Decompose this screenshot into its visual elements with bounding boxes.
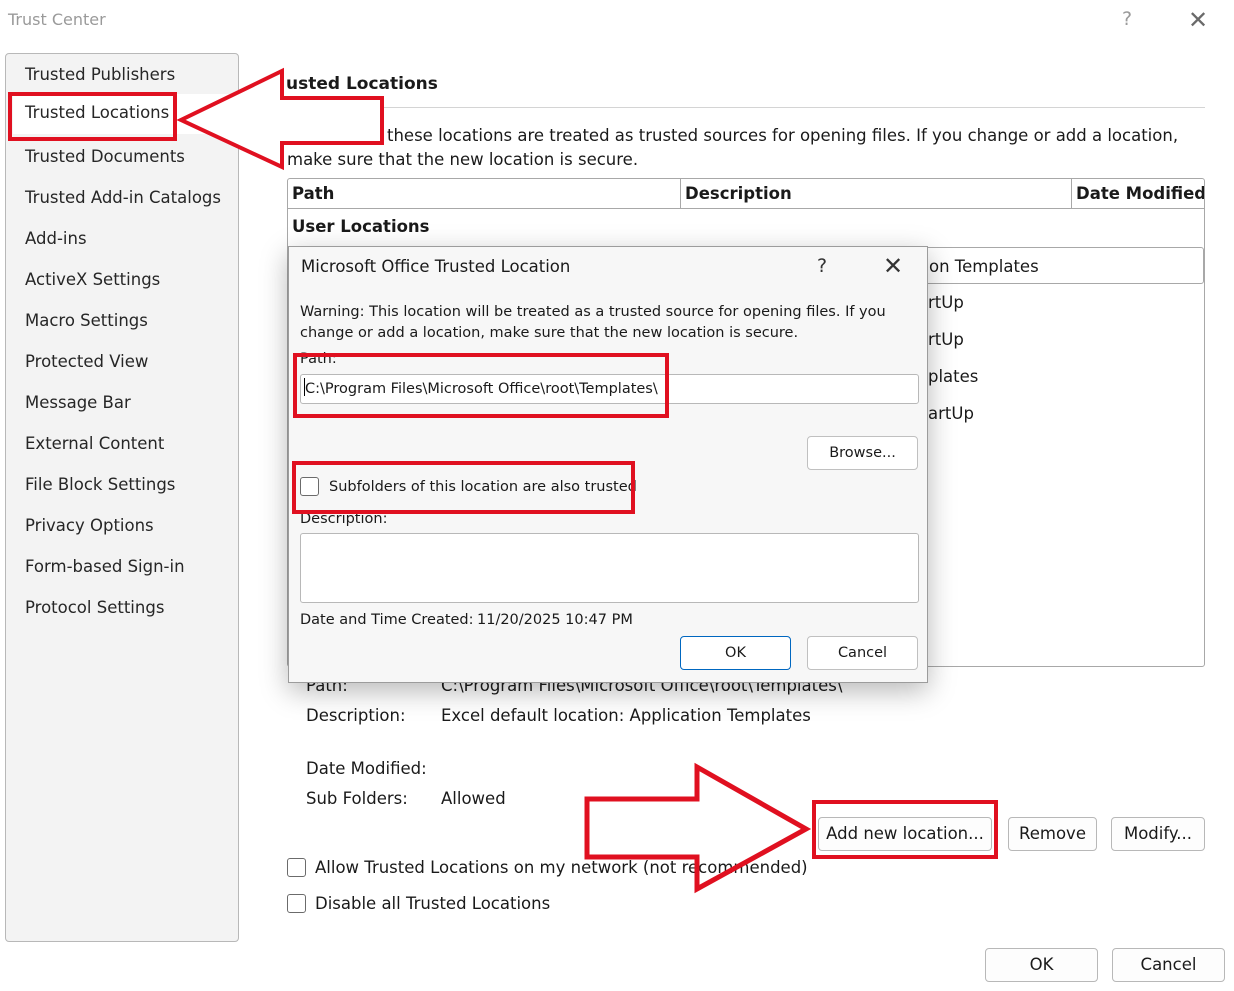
sidebar-item-trusted-documents[interactable]: Trusted Documents bbox=[25, 147, 185, 166]
detail-sub-folders-label: Sub Folders: bbox=[306, 789, 408, 808]
sidebar-item-add-ins[interactable]: Add-ins bbox=[25, 229, 87, 248]
detail-description-label: Description: bbox=[306, 706, 406, 725]
allow-network-checkbox-row[interactable]: Allow Trusted Locations on my network (n… bbox=[287, 858, 808, 877]
dialog-description-label: Description: bbox=[300, 511, 388, 527]
dialog-description-input[interactable] bbox=[300, 533, 919, 603]
close-icon[interactable]: ✕ bbox=[1188, 6, 1208, 34]
disable-all-label: Disable all Trusted Locations bbox=[315, 894, 551, 913]
dialog-close-icon[interactable]: ✕ bbox=[883, 252, 903, 280]
sidebar-item-activex-settings[interactable]: ActiveX Settings bbox=[25, 270, 160, 289]
disable-all-checkbox[interactable] bbox=[287, 894, 306, 913]
column-header-date-modified[interactable]: Date Modified bbox=[1072, 179, 1204, 209]
allow-network-checkbox[interactable] bbox=[287, 858, 306, 877]
section-heading: usted Locations bbox=[286, 74, 438, 94]
table-cell-description: rtUp bbox=[928, 293, 964, 312]
sidebar: Trusted Publishers Trusted Locations Tru… bbox=[5, 53, 239, 942]
add-new-location-button[interactable]: Add new location... bbox=[818, 817, 992, 851]
column-header-description[interactable]: Description bbox=[681, 179, 1072, 209]
table-cell-description: plates bbox=[928, 367, 979, 386]
dialog-path-value: C:\Program Files\Microsoft Office\root\T… bbox=[305, 381, 658, 397]
table-cell-description: on Templates bbox=[929, 257, 1039, 276]
section-divider bbox=[286, 107, 1205, 108]
dialog-ok-button[interactable]: OK bbox=[680, 636, 791, 670]
detail-date-modified-label: Date Modified: bbox=[306, 759, 427, 778]
dialog-cancel-button[interactable]: Cancel bbox=[807, 636, 918, 670]
table-cell-description: rtUp bbox=[928, 330, 964, 349]
dialog-date-created-value: 11/20/2025 10:47 PM bbox=[477, 612, 633, 628]
dialog-path-input[interactable]: C:\Program Files\Microsoft Office\root\T… bbox=[300, 374, 919, 404]
window-title: Trust Center bbox=[8, 10, 106, 29]
allow-network-label: Allow Trusted Locations on my network (n… bbox=[315, 858, 808, 877]
ok-button[interactable]: OK bbox=[985, 948, 1098, 982]
subfolders-checkbox-row[interactable]: Subfolders of this location are also tru… bbox=[300, 477, 637, 496]
sidebar-item-form-based-sign-in[interactable]: Form-based Sign-in bbox=[25, 557, 185, 576]
help-icon[interactable]: ? bbox=[1122, 8, 1132, 30]
sidebar-item-protected-view[interactable]: Protected View bbox=[25, 352, 148, 371]
remove-button[interactable]: Remove bbox=[1008, 817, 1097, 851]
dialog-title: Microsoft Office Trusted Location bbox=[301, 257, 571, 276]
sidebar-item-trusted-publishers[interactable]: Trusted Publishers bbox=[25, 65, 175, 84]
sidebar-item-privacy-options[interactable]: Privacy Options bbox=[25, 516, 154, 535]
intro-text: these locations are treated as trusted s… bbox=[287, 126, 1179, 169]
subfolders-checkbox[interactable] bbox=[300, 477, 319, 496]
browse-button[interactable]: Browse... bbox=[807, 436, 918, 470]
cancel-button[interactable]: Cancel bbox=[1112, 948, 1225, 982]
disable-all-checkbox-row[interactable]: Disable all Trusted Locations bbox=[287, 894, 550, 913]
trusted-location-dialog: Microsoft Office Trusted Location ? ✕ Wa… bbox=[288, 246, 928, 683]
group-header-user-locations: User Locations bbox=[292, 217, 430, 236]
dialog-path-label: Path: bbox=[300, 351, 337, 367]
detail-description-value: Excel default location: Application Temp… bbox=[441, 706, 811, 725]
dialog-help-icon[interactable]: ? bbox=[817, 255, 827, 277]
modify-button[interactable]: Modify... bbox=[1111, 817, 1205, 851]
table-cell-description: artUp bbox=[928, 404, 974, 423]
sidebar-item-file-block-settings[interactable]: File Block Settings bbox=[25, 475, 175, 494]
column-header-path[interactable]: Path bbox=[288, 179, 681, 209]
subfolders-label: Subfolders of this location are also tru… bbox=[329, 478, 637, 495]
sidebar-item-message-bar[interactable]: Message Bar bbox=[25, 393, 131, 412]
dialog-warning: Warning: This location will be treated a… bbox=[300, 304, 886, 341]
sidebar-item-external-content[interactable]: External Content bbox=[25, 434, 164, 453]
sidebar-item-trusted-locations[interactable]: Trusted Locations bbox=[13, 94, 237, 134]
dialog-date-created-label: Date and Time Created: bbox=[300, 612, 474, 628]
sidebar-item-macro-settings[interactable]: Macro Settings bbox=[25, 311, 148, 330]
sidebar-item-trusted-add-in-catalogs[interactable]: Trusted Add-in Catalogs bbox=[25, 188, 221, 207]
sidebar-item-protocol-settings[interactable]: Protocol Settings bbox=[25, 598, 164, 617]
detail-sub-folders-value: Allowed bbox=[441, 789, 506, 808]
